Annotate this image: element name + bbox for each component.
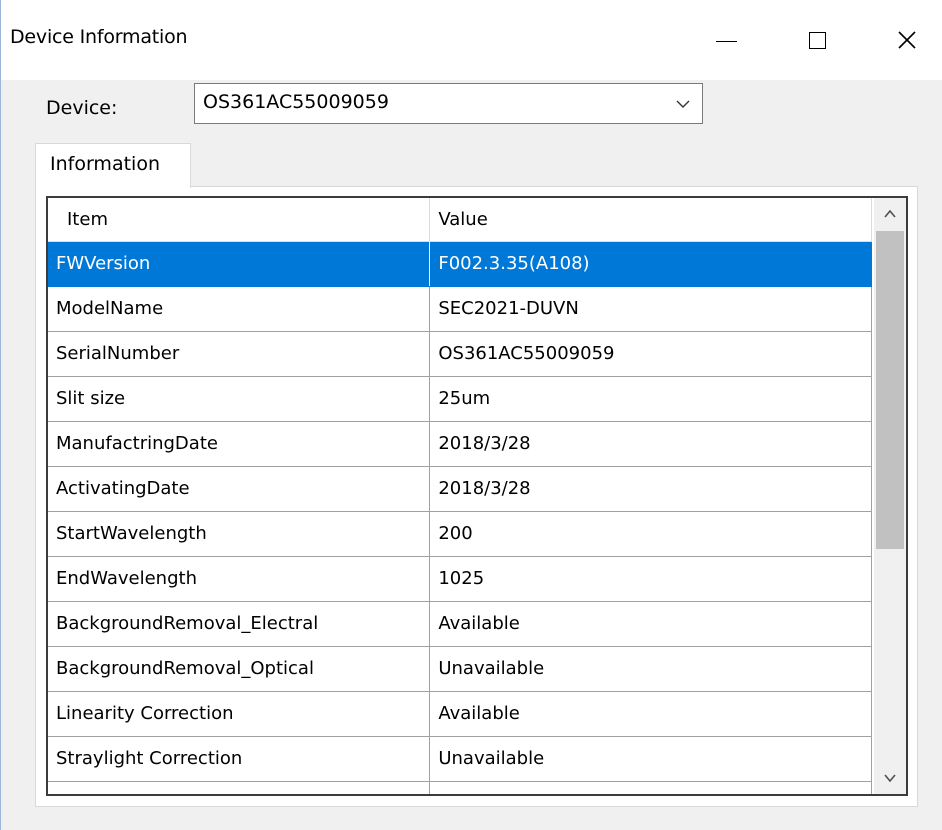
column-header-value[interactable]: Value — [429, 198, 872, 242]
vertical-scrollbar[interactable] — [874, 198, 906, 794]
value-cell[interactable]: SEC2021-DUVN — [429, 286, 872, 332]
table-row[interactable]: BackgroundRemoval_Electral Available — [48, 601, 872, 647]
scroll-down-button[interactable] — [874, 762, 906, 794]
item-cell — [48, 781, 431, 794]
item-cell[interactable]: Linearity Correction — [48, 691, 431, 737]
value-cell[interactable]: Unavailable — [429, 646, 872, 692]
minimize-button[interactable] — [680, 0, 772, 80]
device-select-value: OS361AC55009059 — [203, 91, 389, 113]
item-cell[interactable]: Straylight Correction — [48, 736, 431, 782]
column-header-item[interactable]: Item — [48, 198, 431, 242]
device-information-window: Device Information Device: OS361AC550090… — [0, 0, 942, 830]
table-row[interactable]: FWVersion F002.3.35(A108) — [48, 241, 872, 287]
table-row[interactable]: SerialNumber OS361AC55009059 — [48, 331, 872, 377]
value-cell[interactable]: 1025 — [429, 556, 872, 602]
title-bar[interactable]: Device Information — [1, 0, 942, 80]
table-row[interactable]: StartWavelength 200 — [48, 511, 872, 557]
table-row-partial — [48, 781, 872, 794]
table-row[interactable]: ActivatingDate 2018/3/28 — [48, 466, 872, 512]
item-cell[interactable]: ModelName — [48, 286, 431, 332]
device-label: Device: — [46, 97, 118, 119]
table-row[interactable]: ManufactringDate 2018/3/28 — [48, 421, 872, 467]
item-cell[interactable]: ManufactringDate — [48, 421, 431, 467]
device-select[interactable]: OS361AC55009059 — [194, 83, 703, 124]
value-cell[interactable]: 200 — [429, 511, 872, 557]
value-cell[interactable]: 2018/3/28 — [429, 421, 872, 467]
chevron-down-icon — [676, 100, 690, 108]
scroll-thumb[interactable] — [876, 231, 904, 549]
table-row[interactable]: Slit size 25um — [48, 376, 872, 422]
item-cell[interactable]: StartWavelength — [48, 511, 431, 557]
device-info-table: Item Value FWVersion F002.3.35(A108) Model… — [48, 198, 872, 794]
value-cell[interactable]: 2018/3/28 — [429, 466, 872, 512]
window-title: Device Information — [10, 26, 188, 48]
value-cell[interactable]: Unavailable — [429, 736, 872, 782]
minimize-icon — [715, 40, 737, 42]
scroll-up-button[interactable] — [874, 198, 906, 230]
item-cell[interactable]: EndWavelength — [48, 556, 431, 602]
close-button[interactable] — [861, 0, 942, 80]
table-row[interactable]: Linearity Correction Available — [48, 691, 872, 737]
item-cell[interactable]: BackgroundRemoval_Optical — [48, 646, 431, 692]
table-row[interactable]: ModelName SEC2021-DUVN — [48, 286, 872, 332]
item-cell[interactable]: Slit size — [48, 376, 431, 422]
tab-information-label: Information — [50, 153, 160, 175]
value-cell[interactable]: Available — [429, 601, 872, 647]
chevron-down-icon — [884, 774, 896, 783]
value-cell[interactable]: F002.3.35(A108) — [429, 241, 872, 287]
maximize-icon — [808, 31, 826, 49]
value-cell — [429, 781, 872, 794]
table-row[interactable]: Straylight Correction Unavailable — [48, 736, 872, 782]
maximize-button[interactable] — [771, 0, 863, 80]
value-cell[interactable]: OS361AC55009059 — [429, 331, 872, 377]
device-info-grid[interactable]: Item Value FWVersion F002.3.35(A108) Model… — [46, 196, 908, 796]
table-header-row: Item Value — [48, 198, 872, 242]
item-cell[interactable]: BackgroundRemoval_Electral — [48, 601, 431, 647]
value-cell[interactable]: Available — [429, 691, 872, 737]
chevron-up-icon — [884, 209, 896, 218]
value-cell[interactable]: 25um — [429, 376, 872, 422]
tab-information[interactable]: Information — [35, 143, 191, 188]
close-icon — [898, 31, 916, 49]
item-cell[interactable]: ActivatingDate — [48, 466, 431, 512]
table-row[interactable]: EndWavelength 1025 — [48, 556, 872, 602]
table-row[interactable]: BackgroundRemoval_Optical Unavailable — [48, 646, 872, 692]
item-cell[interactable]: SerialNumber — [48, 331, 431, 377]
item-cell[interactable]: FWVersion — [48, 241, 431, 287]
